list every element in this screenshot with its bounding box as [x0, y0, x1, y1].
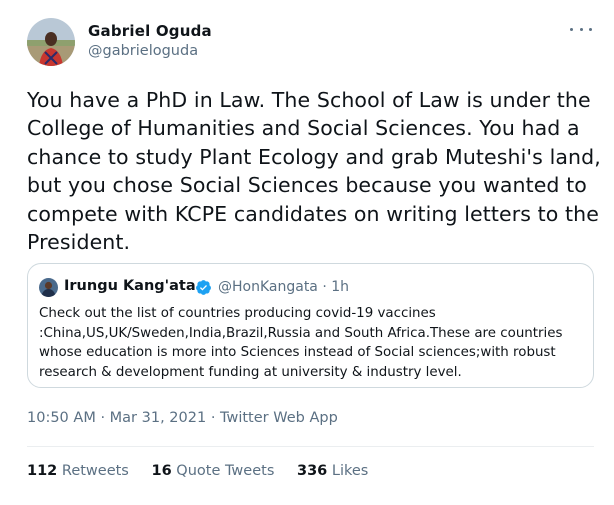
tweet-stats: 112 Retweets 16 Quote Tweets 336 Likes [27, 463, 386, 479]
author-avatar[interactable] [27, 18, 75, 66]
tweet-metadata: 10:50 AM · Mar 31, 2021 · Twitter Web Ap… [27, 410, 338, 426]
tweet: Gabriel Oguda @gabrieloguda You have a P… [0, 0, 614, 505]
quoted-tweet-text: Check out the list of countries producin… [39, 306, 563, 380]
more-dot [589, 27, 592, 31]
author-handle[interactable]: @gabrieloguda [88, 43, 198, 59]
tweet-source-app[interactable]: Twitter Web App [220, 410, 338, 426]
tweet-time[interactable]: 10:50 AM [27, 410, 96, 426]
more-icon[interactable] [570, 22, 592, 36]
retweets-label: Retweets [61, 463, 129, 479]
verified-badge-icon [195, 279, 212, 296]
separator: · [210, 410, 221, 426]
tweet-text: You have a PhD in Law. The School of Law… [27, 88, 601, 255]
quote-tweets-count: 16 [151, 463, 172, 479]
quote-tweets-stat[interactable]: 16 Quote Tweets [151, 463, 274, 479]
separator: · [100, 410, 110, 426]
more-dot [570, 27, 573, 31]
retweets-count: 112 [27, 463, 58, 479]
divider [27, 446, 594, 447]
more-dot [579, 27, 583, 31]
quoted-tweet[interactable]: Irungu Kang'ata @HonKangata · 1h Check o… [27, 263, 594, 388]
quoted-author-handle: @HonKangata · 1h [218, 279, 350, 295]
retweets-stat[interactable]: 112 Retweets [27, 463, 129, 479]
quoted-author-name[interactable]: Irungu Kang'ata [64, 278, 196, 294]
author-name[interactable]: Gabriel Oguda [88, 22, 212, 40]
likes-count: 336 [296, 463, 328, 479]
likes-label: Likes [331, 463, 369, 479]
tweet-date[interactable]: Mar 31, 2021 [110, 410, 207, 426]
likes-stat[interactable]: 336 Likes [297, 463, 368, 479]
quoted-author-avatar[interactable] [39, 278, 58, 297]
quote-tweets-label: Quote Tweets [176, 463, 275, 479]
